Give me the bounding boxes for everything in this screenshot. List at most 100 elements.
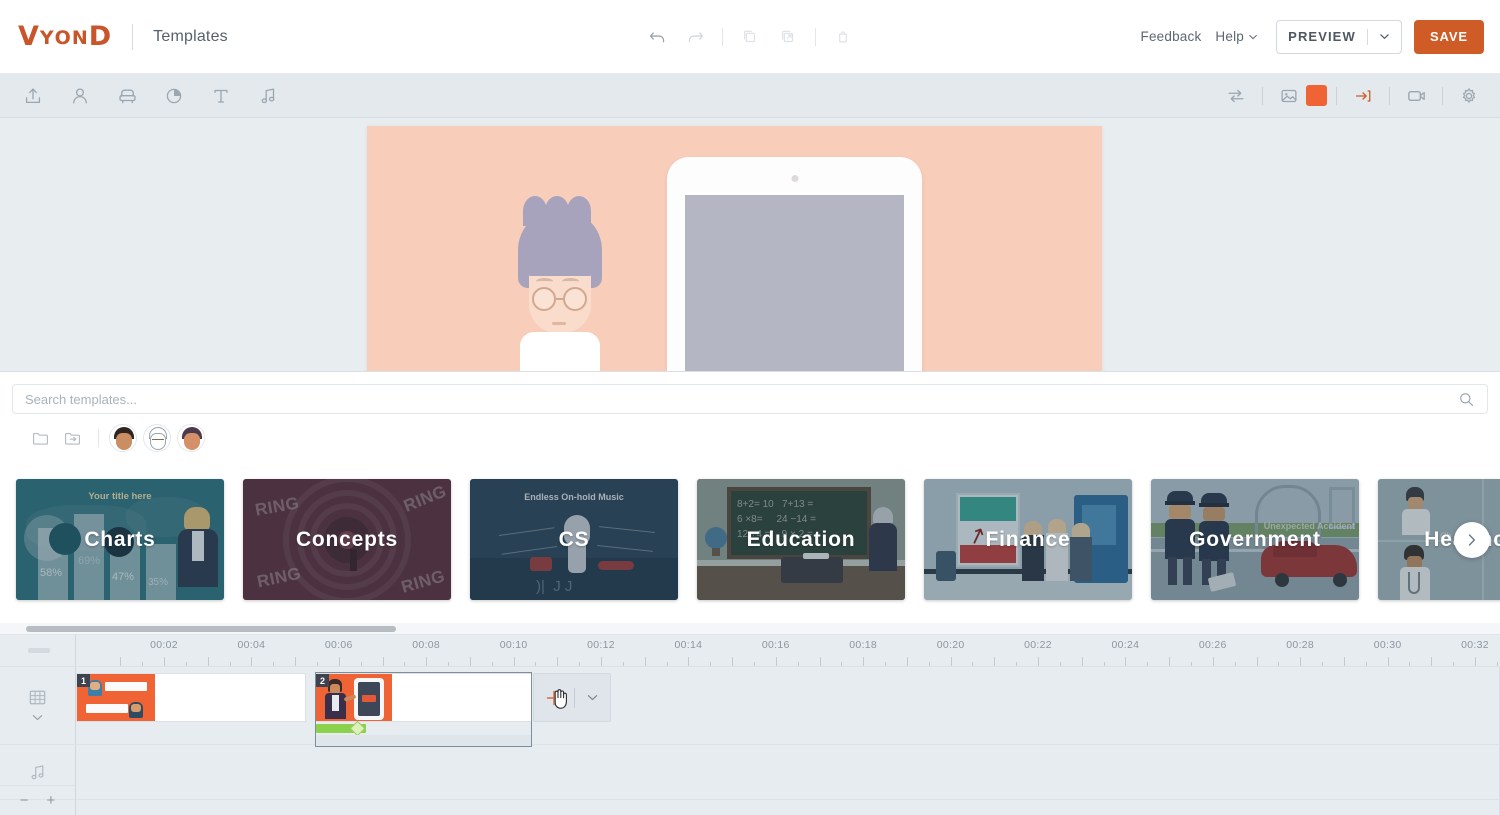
preview-button[interactable]: PREVIEW	[1276, 19, 1402, 54]
ruler-tick	[666, 662, 668, 666]
add-scene-menu-button[interactable]	[575, 674, 610, 721]
background-image-icon[interactable]	[1272, 80, 1306, 112]
audio-track-row[interactable]	[0, 745, 1500, 800]
templates-panel: Your title here 58% 69% 47% 35%	[0, 371, 1500, 623]
help-menu[interactable]: Help	[1215, 29, 1258, 44]
toolbar-divider-3	[1389, 86, 1390, 105]
card-title: Concepts	[295, 527, 399, 551]
settings-gear-icon[interactable]	[1452, 80, 1486, 112]
character-icon[interactable]	[63, 80, 97, 112]
template-card-cs[interactable]: Endless On-hold Music )| J J CS	[470, 479, 678, 600]
ruler-tick	[295, 657, 297, 666]
ruler-tick	[229, 662, 231, 666]
card-title: Charts	[84, 527, 156, 551]
templates-carousel[interactable]: Your title here 58% 69% 47% 35% Charts R…	[0, 456, 1500, 623]
canvas-tablet-prop[interactable]	[667, 157, 922, 371]
timeline-zoom-controls: − +	[0, 785, 76, 815]
ruler-tick	[1103, 662, 1105, 666]
ruler-tick-label: 00:24	[1111, 639, 1140, 651]
avatar-detail-line	[152, 439, 164, 440]
header-tools-divider-1	[722, 27, 723, 46]
ruler-tick	[819, 657, 821, 666]
ruler-tick	[710, 662, 712, 666]
ruler-tick	[142, 662, 144, 666]
ruler-tick	[535, 662, 537, 666]
ruler-tick-label: 00:12	[587, 639, 615, 651]
prop-icon[interactable]	[110, 80, 144, 112]
zoom-out-button[interactable]: −	[20, 793, 29, 808]
copy-button[interactable]	[731, 20, 769, 54]
scene-track-row[interactable]: 1 2	[0, 667, 1500, 747]
ruler-tick-label: 00:08	[412, 639, 441, 651]
ruler-tick-major	[1125, 657, 1127, 666]
ruler-tick-major	[1212, 657, 1214, 666]
template-card-concepts[interactable]: RING RING RING RING Concepts	[243, 479, 451, 600]
search-box[interactable]	[12, 384, 1488, 414]
ruler-tick	[1147, 662, 1149, 666]
scene-track-header[interactable]	[0, 667, 76, 744]
ruler-tick	[382, 657, 384, 666]
ruler-tick-label: 00:02	[150, 639, 178, 651]
character-body	[520, 332, 600, 371]
chevron-down-icon	[32, 715, 43, 721]
header-divider	[132, 23, 134, 50]
scene-clip-1[interactable]: 1	[76, 673, 306, 722]
ruler-tick	[972, 662, 974, 666]
text-icon[interactable]	[204, 80, 238, 112]
add-scene-button[interactable]	[534, 674, 574, 721]
swap-icon[interactable]	[1219, 80, 1253, 112]
add-scene-control[interactable]	[533, 673, 611, 722]
camera-icon[interactable]	[1399, 80, 1433, 112]
chart-icon[interactable]	[157, 80, 191, 112]
ruler-tick-label: 00:22	[1024, 639, 1052, 651]
background-color-swatch[interactable]	[1306, 85, 1327, 106]
zoom-in-button[interactable]: +	[47, 793, 56, 808]
timeline-horizontal-scrollbar[interactable]	[0, 623, 1500, 635]
ruler-tick	[469, 657, 471, 666]
ruler-tick-label: 00:14	[674, 639, 703, 651]
vyond-logo[interactable]: VYOND	[18, 21, 112, 52]
ruler-tick	[885, 662, 887, 666]
feedback-link[interactable]: Feedback	[1141, 29, 1202, 44]
upload-icon[interactable]	[16, 80, 50, 112]
document-title[interactable]: Templates	[153, 28, 228, 46]
canvas-character[interactable]	[515, 196, 605, 371]
ruler-tick	[1081, 657, 1083, 666]
style-tab-whiteboard[interactable]	[143, 424, 171, 452]
style-tab-contemporary[interactable]	[109, 424, 137, 452]
redo-button[interactable]	[676, 20, 714, 54]
canvas-stage[interactable]	[0, 118, 1500, 371]
header-actions: Feedback Help PREVIEW SAVE	[1141, 19, 1500, 54]
template-card-government[interactable]: Unexpected Accident Government	[1151, 479, 1359, 600]
shared-templates-folder-icon[interactable]	[56, 423, 88, 453]
style-tab-business-friendly[interactable]	[177, 424, 205, 452]
preview-divider	[1366, 28, 1368, 45]
app-header: VYOND Templates Feedback Help PREVIEW SA…	[0, 0, 1500, 74]
logo-letter-v: V	[18, 21, 40, 52]
duplicate-button[interactable]	[769, 20, 807, 54]
ruler-tick	[1256, 657, 1258, 666]
search-input[interactable]	[25, 391, 1458, 407]
audio-icon[interactable]	[251, 80, 285, 112]
template-card-finance[interactable]: ↗ Finance	[924, 479, 1132, 600]
enter-exit-effect-icon[interactable]	[1346, 80, 1380, 112]
undo-button[interactable]	[638, 20, 676, 54]
timeline-panel: 00:02 00:04 00:06 00:08 00:10 00:12 00:14 00:16…	[0, 623, 1500, 815]
my-templates-folder-icon[interactable]	[24, 423, 56, 453]
scrollbar-thumb[interactable]	[26, 626, 396, 632]
template-card-education[interactable]: 8+2= 10 7+13 = 6 ×8= 24 −14 = 12 ÷4 = 9 × …	[697, 479, 905, 600]
music-note-icon	[31, 764, 44, 779]
ruler-tick-label: 00:26	[1198, 639, 1227, 651]
carousel-next-button[interactable]	[1454, 521, 1490, 558]
ruler-tick-major	[1300, 657, 1302, 666]
timeline-ruler[interactable]: 00:02 00:04 00:06 00:08 00:10 00:12 00:14 00:16…	[0, 635, 1500, 667]
save-button[interactable]: SAVE	[1414, 19, 1484, 54]
template-card-charts[interactable]: Your title here 58% 69% 47% 35% Charts	[16, 479, 224, 600]
plus-icon	[546, 690, 562, 705]
glasses-bridge	[556, 298, 565, 300]
ruler-tick-major	[426, 657, 428, 666]
delete-button[interactable]	[824, 20, 862, 54]
scene-canvas[interactable]	[367, 126, 1102, 371]
character-hair-spike-1	[523, 196, 547, 226]
scene-clip-2[interactable]: 2	[315, 673, 532, 722]
